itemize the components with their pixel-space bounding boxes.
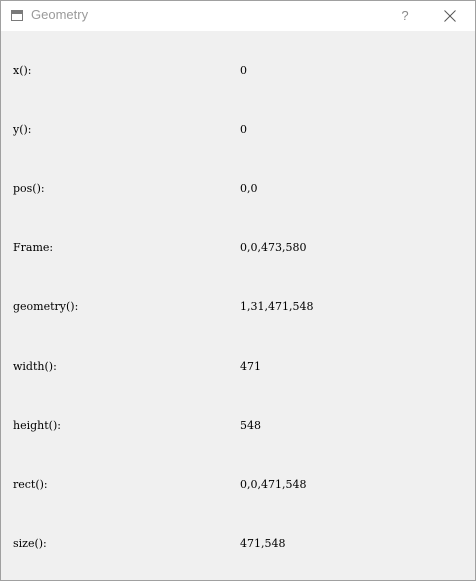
row-label: height():	[13, 419, 61, 432]
help-button[interactable]: ?	[387, 1, 423, 31]
row-label: y():	[13, 123, 32, 136]
row-value: 471,548	[240, 537, 286, 550]
row-label: width():	[13, 360, 57, 373]
row-label: x():	[13, 64, 32, 77]
row-value: 0,0,473,580	[240, 241, 307, 254]
row-label: rect():	[13, 478, 48, 491]
row-value: 1,31,471,548	[240, 300, 314, 313]
window-title: Geometry	[31, 7, 89, 22]
row-width: width(): 471	[1, 357, 475, 377]
row-rect: rect(): 0,0,471,548	[1, 475, 475, 495]
row-value: 0,0	[240, 182, 258, 195]
close-icon	[444, 10, 456, 22]
close-button[interactable]	[427, 1, 473, 31]
row-label: geometry():	[13, 300, 79, 313]
dialog-window: Geometry ? x(): 0 y(): 0 pos(): 0,0 Fram…	[0, 0, 476, 581]
row-label: Frame:	[13, 241, 54, 254]
row-label: pos():	[13, 182, 45, 195]
row-value: 0	[240, 123, 247, 136]
row-frame: Frame: 0,0,473,580	[1, 238, 475, 258]
row-value: 548	[240, 419, 261, 432]
window-icon	[11, 10, 23, 21]
row-value: 471	[240, 360, 261, 373]
row-height: height(): 548	[1, 416, 475, 436]
row-geometry: geometry(): 1,31,471,548	[1, 297, 475, 317]
row-pos: pos(): 0,0	[1, 179, 475, 199]
row-value: 0,0,471,548	[240, 478, 307, 491]
row-x: x(): 0	[1, 61, 475, 81]
row-size: size(): 471,548	[1, 534, 475, 554]
row-label: size():	[13, 537, 47, 550]
content-area: x(): 0 y(): 0 pos(): 0,0 Frame: 0,0,473,…	[1, 31, 475, 580]
title-bar[interactable]: Geometry ?	[1, 1, 475, 31]
row-value: 0	[240, 64, 247, 77]
row-y: y(): 0	[1, 120, 475, 140]
